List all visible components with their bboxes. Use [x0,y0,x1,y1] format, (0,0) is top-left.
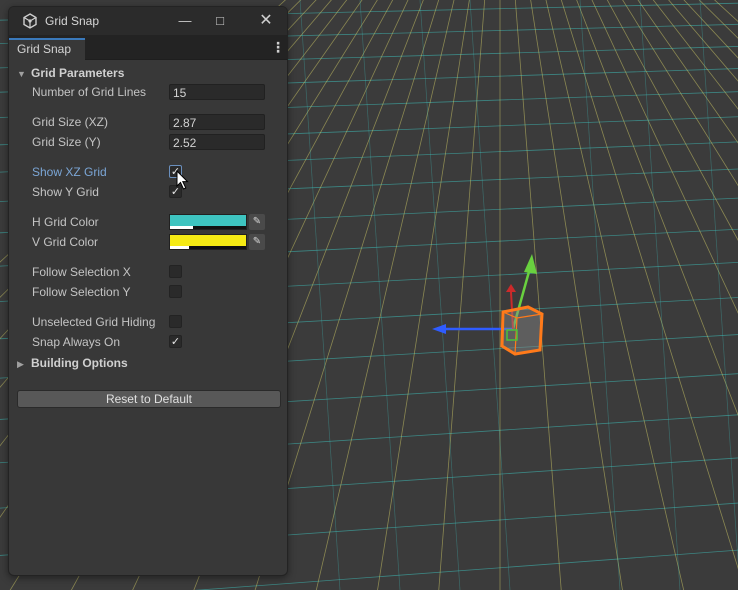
v-grid-line [438,0,486,590]
unity-cube-icon [23,13,37,29]
y-grid-line [359,0,401,590]
building-options-header: Building Options [31,356,128,370]
eyedropper-icon[interactable]: ✎ [249,234,265,250]
follow-selection-y-label: Follow Selection Y [32,285,131,299]
v-grid-line [576,0,738,416]
v-grid-line [315,0,455,590]
y-grid-line [579,0,621,590]
v-grid-line [514,0,562,590]
v-grid-line [652,0,738,110]
maximize-icon[interactable]: □ [210,11,230,31]
eyedropper-icon[interactable]: ✎ [249,214,265,230]
kebab-menu-icon[interactable]: ⋮ [271,39,285,56]
grid-snap-window: Grid Snap — □ ✕ Grid Snap ⋮ ▼ Grid Parame… [8,6,288,576]
grid-size-y-field[interactable]: 2.52 [169,134,265,150]
chevron-right-icon: ▶ [17,359,24,369]
grid-size-xz-label: Grid Size (XZ) [32,115,109,129]
alpha-bar-fill [170,226,193,229]
show-y-grid-label: Show Y Grid [32,185,99,199]
v-grid-line [668,0,738,82]
snap-always-on-checkbox[interactable]: ✓ [169,335,182,348]
y-grid-line [299,0,341,590]
window-titlebar[interactable]: Grid Snap — □ ✕ [9,7,287,35]
unselected-grid-hiding-checkbox[interactable] [169,315,182,328]
window-title: Grid Snap [45,14,100,28]
y-grid-line [699,0,738,566]
grid-size-xz-field[interactable]: 2.87 [169,114,265,130]
h-grid-color-swatch[interactable] [169,214,247,230]
grid-parameters-foldout[interactable]: ▼ Grid Parameters [17,66,124,80]
h-grid-color-label: H Grid Color [32,215,99,229]
follow-selection-x-label: Follow Selection X [32,265,131,279]
snap-always-on-label: Snap Always On [32,335,121,349]
grid-parameters-header: Grid Parameters [31,66,125,80]
v-grid-color-label: V Grid Color [32,235,99,249]
unselected-grid-hiding-label: Unselected Grid Hiding [32,315,156,329]
x-axis-arrow-icon [432,324,446,334]
v-grid-line [530,0,623,590]
y-grid-line [419,0,461,590]
close-icon[interactable]: ✕ [256,11,276,31]
v-grid-line [683,0,738,59]
alpha-bar-fill [170,246,189,249]
number-of-grid-lines-label: Number of Grid Lines [32,85,147,99]
y-grid-line [639,0,681,590]
tab-bar: Grid Snap ⋮ [9,35,287,60]
chevron-down-icon: ▼ [17,69,26,79]
follow-selection-y-checkbox[interactable] [169,285,182,298]
v-grid-color-swatch[interactable] [169,234,247,250]
tab-grid-snap[interactable]: Grid Snap [9,38,85,60]
number-of-grid-lines-field[interactable]: 15 [169,84,265,100]
grid-size-y-label: Grid Size (Y) [32,135,101,149]
follow-selection-x-checkbox[interactable] [169,265,182,278]
show-xz-grid-label: Show XZ Grid [32,165,107,179]
minimize-icon[interactable]: — [175,11,195,31]
y-grid-line [469,0,511,590]
v-grid-line [698,0,738,39]
mouse-cursor-icon [176,170,189,190]
building-options-foldout[interactable]: ▶ Building Options [17,356,128,370]
v-grid-line [377,0,470,590]
z-axis-arrow-icon [506,284,516,292]
reset-to-default-button[interactable]: Reset to Default [17,390,281,408]
v-grid-line [606,0,738,241]
v-grid-line [545,0,685,590]
v-grid-line [714,0,738,22]
